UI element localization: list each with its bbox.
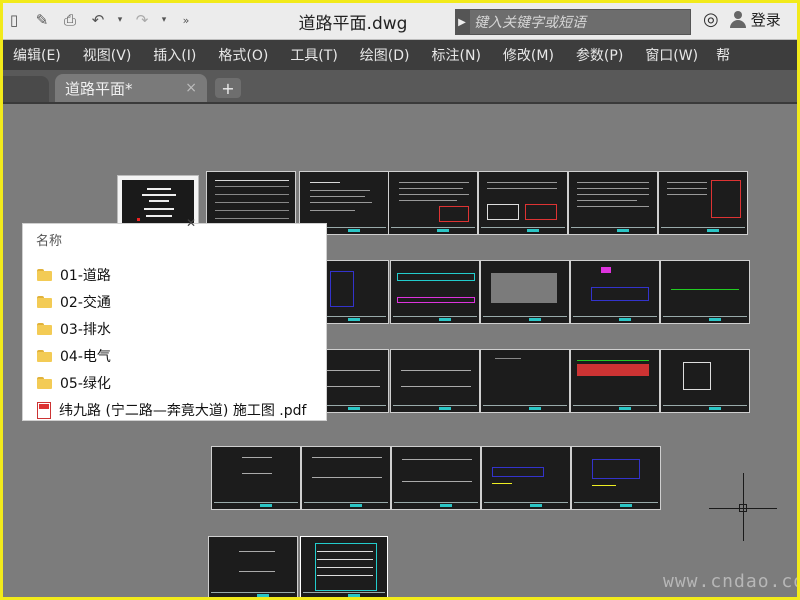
tab-document-label: 道路平面*	[65, 79, 133, 98]
drawing-sheet[interactable]	[390, 349, 480, 413]
list-item[interactable]: 05-绿化	[37, 372, 111, 394]
list-item-label: 04-电气	[60, 349, 111, 365]
drawing-sheet[interactable]	[571, 446, 661, 510]
start-tab[interactable]	[3, 76, 49, 102]
drawing-sheet[interactable]	[480, 349, 570, 413]
document-tab-strip: 道路平面* × +	[3, 70, 797, 104]
folder-icon	[37, 323, 52, 335]
drawing-sheet[interactable]	[390, 260, 480, 324]
watermark: www.cndao.com	[663, 571, 797, 592]
drawing-sheet[interactable]	[570, 349, 660, 413]
menu-view[interactable]: 视图(V)	[83, 45, 132, 65]
drawing-sheet[interactable]	[391, 446, 481, 510]
drawing-sheet[interactable]	[660, 349, 750, 413]
drawing-sheet[interactable]	[481, 446, 571, 510]
folder-icon	[37, 350, 52, 362]
search-expand-icon[interactable]: ▶	[455, 9, 469, 35]
more-icon[interactable]: »	[175, 9, 197, 31]
title-bar: ▯ ✎ ⎙ ↶ ▾ ↷ ▾ » 道路平面.dwg ▶ 键入关键字或短语 ◎ 登录	[3, 3, 797, 40]
title-right-tools: ◎ 登录	[703, 9, 781, 30]
drawing-sheet[interactable]	[570, 260, 660, 324]
file-explorer-popup: ✕ 名称 01-道路 02-交通 03-排水 04-电气 05-绿化 纬九路 (…	[23, 216, 326, 421]
tab-document[interactable]: 道路平面* ×	[55, 74, 207, 102]
menu-window[interactable]: 窗口(W)	[645, 45, 698, 65]
list-item-label: 01-道路	[60, 268, 111, 284]
menu-modify[interactable]: 修改(M)	[503, 45, 554, 65]
column-header-name[interactable]: 名称	[36, 230, 62, 249]
popup-close-icon[interactable]: ✕	[186, 216, 196, 230]
menu-bar: 编辑(E) 视图(V) 插入(I) 格式(O) 工具(T) 绘图(D) 标注(N…	[3, 40, 797, 70]
drawing-sheet-selected[interactable]	[300, 536, 388, 597]
drawing-sheet[interactable]	[478, 171, 568, 235]
menu-parameters[interactable]: 参数(P)	[576, 45, 623, 65]
list-item[interactable]: 纬九路 (宁二路—奔竟大道) 施工图 .pdf	[37, 399, 306, 421]
new-tab-button[interactable]: +	[215, 78, 241, 98]
drawing-sheet[interactable]	[301, 446, 391, 510]
print-icon[interactable]: ⎙	[59, 9, 81, 31]
close-icon[interactable]: ×	[185, 80, 197, 96]
redo-dropdown-icon[interactable]: ▾	[159, 9, 169, 31]
undo-icon[interactable]: ↶	[87, 9, 109, 31]
menu-help[interactable]: 帮	[716, 45, 730, 65]
sheet-content	[122, 180, 194, 226]
menu-tools[interactable]: 工具(T)	[290, 45, 337, 65]
pdf-icon	[37, 401, 51, 419]
drawing-sheet[interactable]	[211, 446, 301, 510]
app-window: ▯ ✎ ⎙ ↶ ▾ ↷ ▾ » 道路平面.dwg ▶ 键入关键字或短语 ◎ 登录…	[3, 3, 797, 597]
folder-icon	[37, 296, 52, 308]
drawing-sheet[interactable]	[480, 260, 570, 324]
list-item[interactable]: 02-交通	[37, 291, 111, 313]
cursor-pickbox	[739, 504, 747, 512]
menu-dimension[interactable]: 标注(N)	[432, 45, 481, 65]
quick-access-toolbar: ▯ ✎ ⎙ ↶ ▾ ↷ ▾ »	[3, 8, 197, 32]
menu-edit[interactable]: 编辑(E)	[13, 45, 61, 65]
menu-draw[interactable]: 绘图(D)	[360, 45, 410, 65]
login-label: 登录	[750, 11, 781, 29]
user-icon	[729, 10, 747, 29]
list-item-label: 纬九路 (宁二路—奔竟大道) 施工图 .pdf	[59, 403, 307, 419]
menu-insert[interactable]: 插入(I)	[153, 45, 196, 65]
folder-icon	[37, 377, 52, 389]
binoculars-icon[interactable]: ◎	[703, 9, 719, 30]
edit-icon[interactable]: ✎	[31, 9, 53, 31]
save-icon[interactable]: ▯	[3, 9, 25, 31]
search-input[interactable]: 键入关键字或短语	[469, 9, 691, 35]
list-item[interactable]: 01-道路	[37, 264, 111, 286]
login-button[interactable]: 登录	[729, 9, 781, 30]
drawing-sheet[interactable]	[388, 171, 478, 235]
drawing-sheet[interactable]	[208, 536, 298, 597]
list-item-label: 05-绿化	[60, 376, 111, 392]
drawing-sheet[interactable]	[658, 171, 748, 235]
folder-icon	[37, 269, 52, 281]
drawing-sheet[interactable]	[568, 171, 658, 235]
menu-format[interactable]: 格式(O)	[218, 45, 268, 65]
document-title: 道路平面.dwg	[298, 14, 408, 34]
redo-icon[interactable]: ↷	[131, 9, 153, 31]
search-box: ▶ 键入关键字或短语	[455, 9, 691, 35]
undo-dropdown-icon[interactable]: ▾	[115, 9, 125, 31]
list-item-label: 03-排水	[60, 322, 111, 338]
list-item[interactable]: 03-排水	[37, 318, 111, 340]
drawing-sheet[interactable]	[660, 260, 750, 324]
list-item-label: 02-交通	[60, 295, 111, 311]
list-item[interactable]: 04-电气	[37, 345, 111, 367]
